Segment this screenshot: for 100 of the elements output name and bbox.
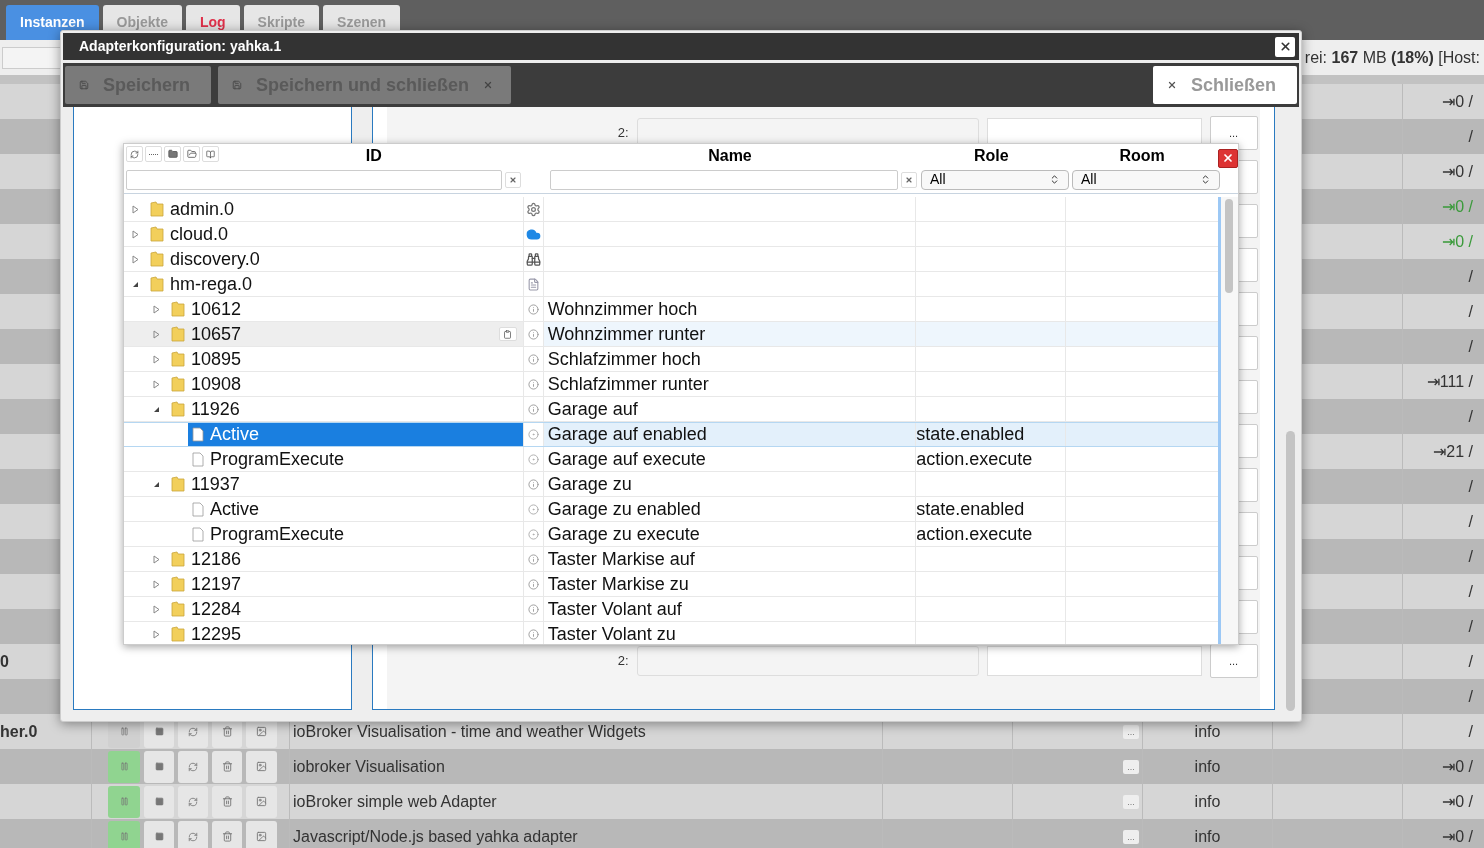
sort-arrows-icon [1200,174,1211,185]
tree-row[interactable]: Active Garage zu enabled state.enabled [124,497,1218,522]
tree-row[interactable]: 12186 Taster Markise auf [124,547,1218,572]
restart-button[interactable] [178,785,208,818]
id-filter-field[interactable] [126,169,502,190]
pause-button[interactable] [108,785,140,818]
delete-button[interactable] [212,785,242,818]
object-id: 12295 [191,622,242,644]
tree-row[interactable]: 10657 Wohnzimmer runter [124,322,1218,347]
instance-description: Javascript/Node.js based yahka adapter [293,826,578,847]
tree-row[interactable]: 12197 Taster Markise zu [124,572,1218,597]
instance-value: ⇥0 / [1442,161,1473,182]
book-button[interactable] [202,146,219,162]
clear-icon [905,175,913,184]
expand-all-button[interactable] [183,146,200,162]
object-role: action.execute [916,447,1033,471]
tree-row[interactable]: ProgramExecute Garage zu execute action.execute [124,522,1218,547]
scrollbar[interactable] [1225,199,1233,293]
info-icon [527,328,539,340]
more-button[interactable]: ... [1123,724,1139,739]
object-id: 10612 [191,297,242,321]
expand-icon[interactable] [153,329,160,339]
expand-icon[interactable] [132,204,139,214]
expand-icon[interactable] [132,254,139,264]
object-id: discovery.0 [170,247,260,271]
expand-icon[interactable] [153,579,160,589]
clear-button[interactable] [901,171,917,188]
cloud-icon [525,226,541,242]
name-filter-field[interactable] [550,169,898,190]
close-button[interactable] [1218,148,1238,168]
delete-button[interactable] [212,750,242,783]
room-select[interactable]: All [1072,169,1220,190]
stop-button[interactable] [144,820,174,848]
image-button[interactable] [246,820,277,848]
text-area[interactable] [986,646,1202,676]
tree-row[interactable]: 12284 Taster Volant auf [124,597,1218,622]
tree-row[interactable]: 11926 Garage auf [124,397,1218,422]
scrollbar[interactable] [1286,431,1295,711]
more-button[interactable]: ... [1123,829,1139,844]
info-icon [527,553,539,565]
clear-button[interactable] [505,171,521,188]
object-name: Taster Markise auf [547,547,695,571]
tree-row[interactable]: ProgramExecute Garage auf execute action.execute [124,447,1218,472]
delete-button[interactable] [212,820,242,848]
collapse-all-button[interactable] [164,146,181,162]
stop-icon [154,762,164,771]
refresh-icon [188,761,198,772]
trash-icon [221,761,233,772]
log-level: info [1194,791,1221,812]
expand-icon[interactable] [153,629,160,639]
expand-icon[interactable] [153,604,160,614]
instance-value: / [1468,406,1473,427]
object-name: Garage auf enabled [547,423,707,446]
tree-row[interactable]: Active Garage auf enabled state.enabled [124,422,1218,447]
pause-icon [119,832,129,841]
expand-icon[interactable] [153,304,160,314]
tree-row[interactable]: 12295 Taster Volant zu [124,622,1218,644]
folder-icon [171,326,185,342]
folder-icon [167,149,178,159]
stop-button[interactable] [144,785,174,818]
expand-icon[interactable] [153,554,160,564]
info-icon [527,628,539,640]
edit-button[interactable] [498,327,517,341]
instance-value: / [1468,476,1473,497]
instance-value: / [1468,266,1473,287]
more-button[interactable]: ... [1123,794,1139,809]
info-icon [527,478,539,490]
image-button[interactable] [246,785,277,818]
restart-button[interactable] [178,820,208,848]
role-select[interactable]: All [921,169,1069,190]
restart-button[interactable] [178,750,208,783]
expand-icon[interactable] [153,379,160,389]
dots-icon [149,152,158,156]
object-name: Garage auf [547,397,638,421]
object-name: Garage auf execute [547,447,706,471]
tree-row[interactable]: 10895 Schlafzimmer hoch [124,347,1218,372]
folder-icon [150,201,164,217]
tree-row[interactable]: 10908 Schlafzimmer runter [124,372,1218,397]
tree-row[interactable]: hm-rega.0 [124,272,1218,297]
collapse-icon[interactable] [153,405,160,413]
tree-row[interactable]: 10612 Wohnzimmer hoch [124,297,1218,322]
tree-row[interactable]: 11937 Garage zu [124,472,1218,497]
expand-icon[interactable] [153,354,160,364]
image-button[interactable] [246,750,277,783]
info-icon [527,303,539,315]
stop-button[interactable] [144,750,174,783]
trash-icon [221,726,233,737]
input-field[interactable] [636,646,979,676]
more-button[interactable]: ... [1123,759,1139,774]
tree-row[interactable]: admin.0 [124,197,1218,222]
refresh-button[interactable] [126,146,143,162]
log-level: info [1194,721,1221,742]
more-button[interactable]: ... [1209,644,1258,678]
collapse-icon[interactable] [153,480,160,488]
collapse-icon[interactable] [132,280,139,288]
tree-row[interactable]: discovery.0 [124,247,1218,272]
column-header: Name [708,147,752,164]
expand-icon[interactable] [132,229,139,239]
close-button[interactable] [1275,36,1295,57]
tree-row[interactable]: cloud.0 [124,222,1218,247]
